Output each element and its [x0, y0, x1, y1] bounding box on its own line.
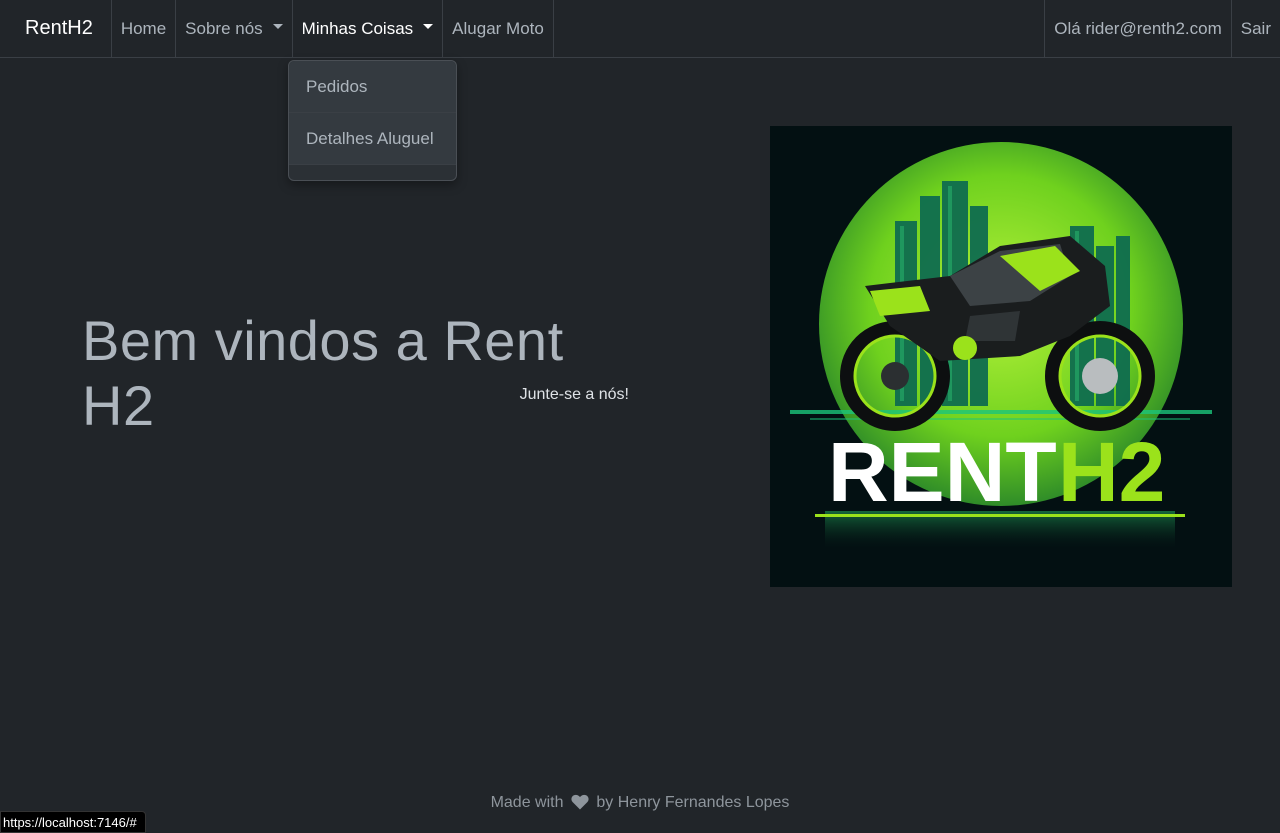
footer-prefix: Made with [490, 794, 564, 811]
footer-suffix: by Henry Fernandes Lopes [596, 794, 790, 811]
nav-minhas-coisas-dropdown[interactable]: Minhas Coisas [293, 0, 444, 57]
nav-home[interactable]: Home [112, 0, 177, 57]
dropdown-item-detalhes-aluguel[interactable]: Detalhes Aluguel [289, 113, 456, 165]
user-greeting-link[interactable]: Olá rider@renth2.com [1044, 0, 1231, 57]
renth2-logo-image: RENT H2 [770, 126, 1232, 587]
footer: Made with by Henry Fernandes Lopes [0, 794, 1280, 812]
nav-sobre-nos-dropdown[interactable]: Sobre nós [176, 0, 293, 57]
dropdown-item-pedidos[interactable]: Pedidos [289, 61, 456, 113]
nav-alugar-moto-label: Alugar Moto [452, 18, 544, 38]
hero-subtitle: Junte-se a nós! [519, 386, 629, 403]
top-navbar: RentH2 Home Sobre nós Minhas Coisas Alug… [0, 0, 1280, 58]
caret-down-icon [272, 24, 283, 29]
nav-alugar-moto[interactable]: Alugar Moto [443, 0, 554, 57]
nav-minhas-coisas-label: Minhas Coisas [301, 18, 414, 38]
logo-text-h2: H2 [1058, 425, 1165, 519]
caret-down-icon [423, 24, 434, 29]
hero-title: Bem vindos a Rent H2 [82, 309, 564, 437]
minhas-coisas-dropdown-menu: Pedidos Detalhes Aluguel [288, 60, 457, 181]
heart-icon [571, 794, 589, 810]
motorcycle-logo-graphic: RENT H2 [790, 142, 1212, 551]
nav-sobre-nos-label: Sobre nós [185, 18, 263, 38]
nav-right-group: Olá rider@renth2.com Sair [1044, 0, 1280, 57]
browser-status-url: https://localhost:7146/# [0, 811, 146, 833]
nav-home-label: Home [120, 18, 167, 38]
brand-link[interactable]: RentH2 [0, 0, 112, 57]
logout-link[interactable]: Sair [1230, 0, 1280, 57]
logo-text-rent: RENT [828, 425, 1057, 519]
